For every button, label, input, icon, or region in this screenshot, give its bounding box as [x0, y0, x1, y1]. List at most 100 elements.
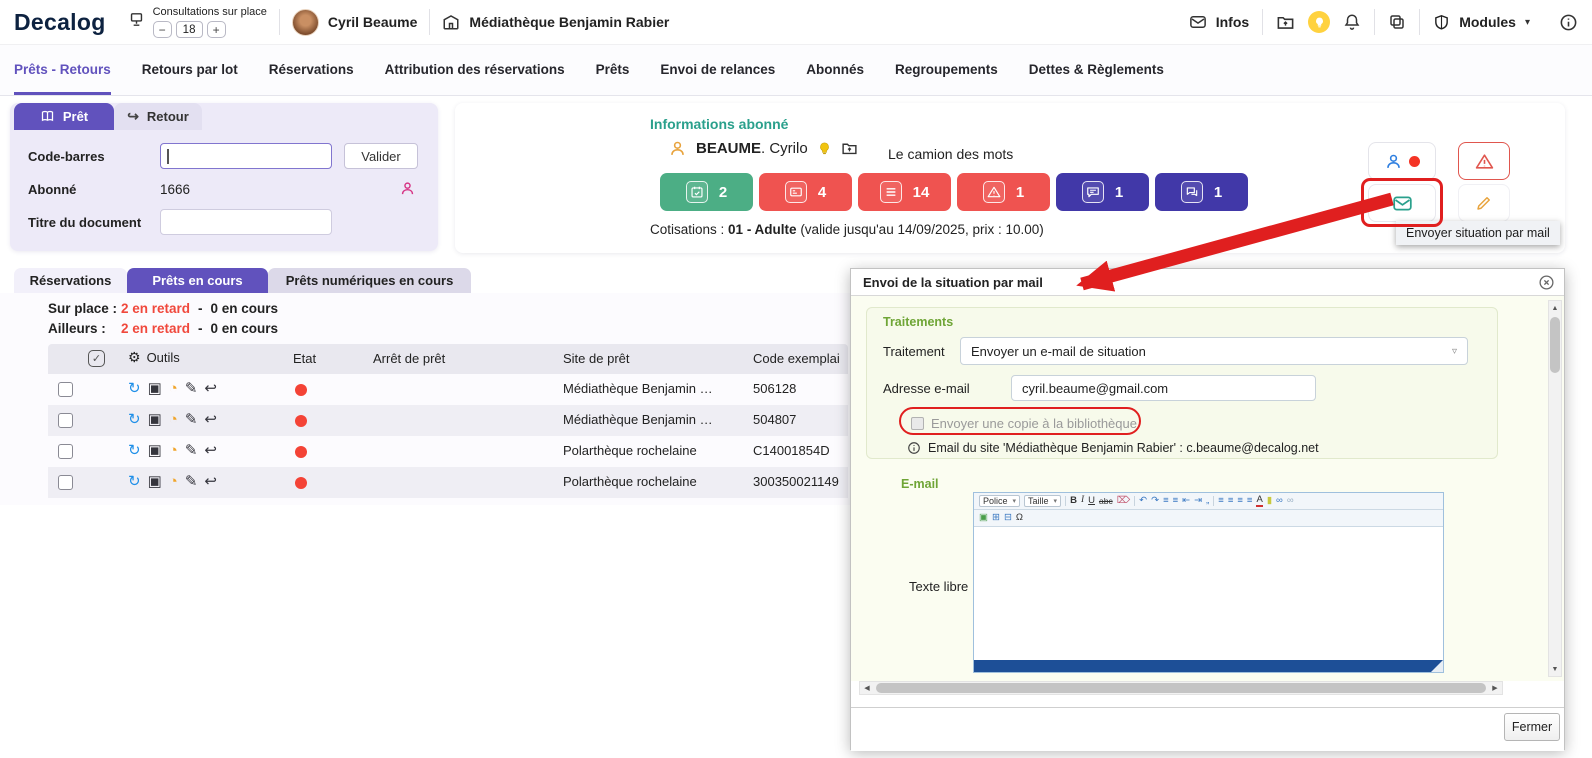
barcode-input[interactable] [160, 143, 332, 169]
tab-prets-retours[interactable]: Prêts - Retours [14, 45, 111, 95]
editor-content-area[interactable] [974, 527, 1443, 660]
tab-reservations[interactable]: Réservations [269, 45, 354, 95]
renew-loan-icon[interactable]: ↻ [128, 379, 141, 399]
unordered-list-icon[interactable]: ≡ [1173, 496, 1179, 506]
row-checkbox[interactable] [58, 382, 73, 397]
lightbulb-icon[interactable] [1308, 11, 1331, 33]
lightbulb-icon[interactable] [817, 141, 832, 156]
bold-icon[interactable]: B [1070, 496, 1077, 506]
font-size-select[interactable]: Taille ▾ [1024, 495, 1062, 507]
renew-loan-icon[interactable]: ↻ [128, 472, 141, 492]
badge-card[interactable]: 4 [759, 173, 852, 211]
linked-subscribers-button[interactable] [1368, 142, 1436, 180]
tab-prets-numeriques[interactable]: Prêts numériques en cours [268, 268, 471, 293]
scrollbar-thumb[interactable] [1550, 317, 1560, 373]
scroll-down-icon[interactable]: ▼ [1549, 662, 1561, 676]
tab-dettes-reglements[interactable]: Dettes & Règlements [1029, 45, 1164, 95]
scroll-up-icon[interactable]: ▲ [1549, 301, 1561, 315]
renew-loan-icon[interactable]: ↻ [128, 410, 141, 430]
modal-horizontal-scrollbar[interactable]: ◀ ▶ [859, 681, 1503, 695]
insert-image-icon[interactable]: ▣ [979, 513, 988, 523]
align-center-icon[interactable]: ≡ [1228, 496, 1234, 506]
insert-table-icon[interactable]: ⊞ [992, 513, 1000, 523]
tab-regroupements[interactable]: Regroupements [895, 45, 998, 95]
scroll-right-icon[interactable]: ▶ [1488, 682, 1502, 694]
help-info-icon[interactable] [1559, 13, 1578, 32]
resize-handle[interactable] [1431, 660, 1443, 672]
badge-loans[interactable]: 2 [660, 173, 753, 211]
email-input[interactable]: cyril.beaume@gmail.com [1011, 375, 1316, 401]
edit-icon[interactable]: ✎ [185, 441, 198, 461]
row-checkbox[interactable] [58, 444, 73, 459]
checkout-box-icon[interactable]: ▣ [148, 379, 162, 399]
send-situation-mail-button[interactable] [1368, 184, 1436, 222]
remove-format-icon[interactable]: ⌦ [1117, 496, 1130, 506]
underline-icon[interactable]: U [1088, 496, 1095, 506]
indent-icon[interactable]: ⇥ [1194, 496, 1202, 506]
blockquote-icon[interactable]: „ [1206, 496, 1209, 506]
tab-reservations-list[interactable]: Réservations [14, 268, 127, 293]
badge-alerts[interactable]: 1 [957, 173, 1050, 211]
tab-retours-par-lot[interactable]: Retours par lot [142, 45, 238, 95]
undo-return-icon[interactable]: ↩ [204, 441, 217, 461]
user-block[interactable]: Cyril Beaume [291, 8, 417, 36]
scroll-left-icon[interactable]: ◀ [860, 682, 874, 694]
bell-icon[interactable] [1343, 13, 1361, 31]
ordered-list-icon[interactable]: ≡ [1163, 496, 1169, 506]
alerts-button[interactable] [1458, 142, 1510, 180]
export-folder-icon[interactable] [841, 140, 858, 157]
outdent-icon[interactable]: ⇤ [1182, 496, 1190, 506]
horizontal-rule-icon[interactable]: ⊟ [1004, 513, 1012, 523]
tab-envoi-relances[interactable]: Envoi de relances [660, 45, 775, 95]
close-icon[interactable] [1538, 274, 1555, 291]
export-folder-icon[interactable] [1276, 13, 1295, 32]
align-left-icon[interactable]: ≡ [1218, 496, 1224, 506]
row-checkbox[interactable] [58, 475, 73, 490]
text-color-icon[interactable]: A [1256, 495, 1263, 507]
align-right-icon[interactable]: ≡ [1237, 496, 1243, 506]
infos-button[interactable]: Infos [1189, 13, 1249, 31]
edit-icon[interactable]: ✎ [185, 379, 198, 399]
edit-subscriber-button[interactable] [1458, 184, 1510, 222]
modules-menu[interactable]: Modules ▾ [1433, 14, 1530, 31]
history-clock-icon[interactable]: ◔ [169, 379, 178, 399]
copy-windows-icon[interactable] [1388, 13, 1406, 31]
decrement-button[interactable]: − [152, 21, 172, 38]
undo-return-icon[interactable]: ↩ [204, 379, 217, 399]
row-checkbox[interactable] [58, 413, 73, 428]
traitement-select[interactable]: Envoyer un e-mail de situation ▿ [960, 337, 1468, 365]
tab-prets[interactable]: Prêts [596, 45, 630, 95]
undo-icon[interactable]: ↶ [1139, 496, 1147, 506]
tab-attribution-reservations[interactable]: Attribution des réservations [385, 45, 565, 95]
fermer-button[interactable]: Fermer [1504, 713, 1560, 741]
link-icon[interactable]: ∞ [1276, 496, 1283, 506]
increment-button[interactable]: + [206, 21, 226, 38]
titre-input[interactable] [160, 209, 332, 235]
checkout-box-icon[interactable]: ▣ [148, 410, 162, 430]
badge-documents[interactable]: 14 [858, 173, 951, 211]
unlink-icon[interactable]: ∞ [1287, 496, 1294, 506]
checkout-box-icon[interactable]: ▣ [148, 472, 162, 492]
history-clock-icon[interactable]: ◔ [169, 441, 178, 461]
font-family-select[interactable]: Police ▾ [979, 495, 1021, 507]
badge-messages[interactable]: 1 [1056, 173, 1149, 211]
tab-prets-en-cours[interactable]: Prêts en cours [127, 268, 268, 293]
strikethrough-icon[interactable]: abc [1099, 497, 1113, 506]
site-block[interactable]: Médiathèque Benjamin Rabier [442, 13, 669, 31]
valider-button[interactable]: Valider [344, 143, 418, 169]
redo-icon[interactable]: ↷ [1151, 496, 1159, 506]
undo-return-icon[interactable]: ↩ [204, 410, 217, 430]
badge-chat[interactable]: 1 [1155, 173, 1248, 211]
edit-icon[interactable]: ✎ [185, 472, 198, 492]
history-clock-icon[interactable]: ◔ [169, 410, 178, 430]
align-justify-icon[interactable]: ≡ [1247, 496, 1253, 506]
highlight-color-icon[interactable]: ▮ [1267, 496, 1272, 506]
modal-vertical-scrollbar[interactable]: ▲ ▼ [1548, 300, 1562, 677]
tab-pret[interactable]: Prêt [14, 103, 114, 130]
select-all-checkbox[interactable]: ✓ [88, 350, 105, 367]
copy-checkbox[interactable] [911, 416, 924, 430]
tab-abonnes[interactable]: Abonnés [806, 45, 864, 95]
subscriber-link-icon[interactable] [399, 180, 416, 197]
special-character-icon[interactable]: Ω [1016, 513, 1023, 523]
renew-loan-icon[interactable]: ↻ [128, 441, 141, 461]
